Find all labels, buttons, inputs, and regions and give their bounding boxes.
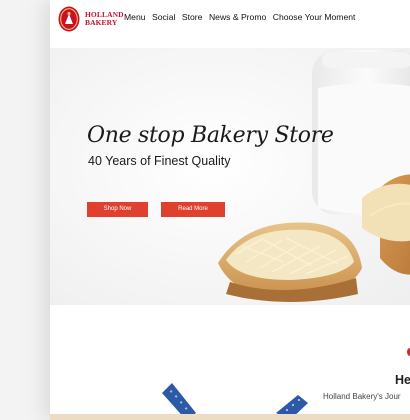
brand-wordmark: HOLLAND BAKERY bbox=[85, 11, 124, 27]
nav-menu[interactable]: Menu bbox=[124, 12, 146, 22]
brand-line-2: BAKERY bbox=[85, 18, 118, 27]
nav-choose-your-moment[interactable]: Choose Your Moment bbox=[273, 12, 356, 22]
brand-logo[interactable]: HOLLAND BAKERY bbox=[57, 5, 124, 33]
hero-background-image bbox=[50, 48, 410, 305]
nav-social[interactable]: Social bbox=[152, 12, 175, 22]
shop-now-button[interactable]: Shop Now bbox=[87, 202, 148, 217]
bottom-strip bbox=[50, 414, 410, 420]
hero-title: One stop Bakery Store bbox=[87, 123, 334, 148]
nav-news-promo[interactable]: News & Promo bbox=[209, 12, 266, 22]
building-illustration bbox=[162, 383, 308, 420]
crest-icon bbox=[58, 6, 80, 32]
journey-section: He Holland Bakery's Jour bbox=[50, 305, 410, 420]
read-more-button[interactable]: Read More bbox=[161, 202, 225, 217]
hero-banner: One stop Bakery Store 40 Years of Finest… bbox=[50, 48, 410, 305]
main-nav: Menu Social Store News & Promo Choose Yo… bbox=[124, 12, 362, 22]
site-header: HOLLAND BAKERY Menu Social Store News & … bbox=[50, 0, 410, 48]
hero-subtitle: 40 Years of Finest Quality bbox=[88, 154, 231, 168]
nav-store[interactable]: Store bbox=[182, 12, 203, 22]
website-page: HOLLAND BAKERY Menu Social Store News & … bbox=[50, 0, 410, 420]
